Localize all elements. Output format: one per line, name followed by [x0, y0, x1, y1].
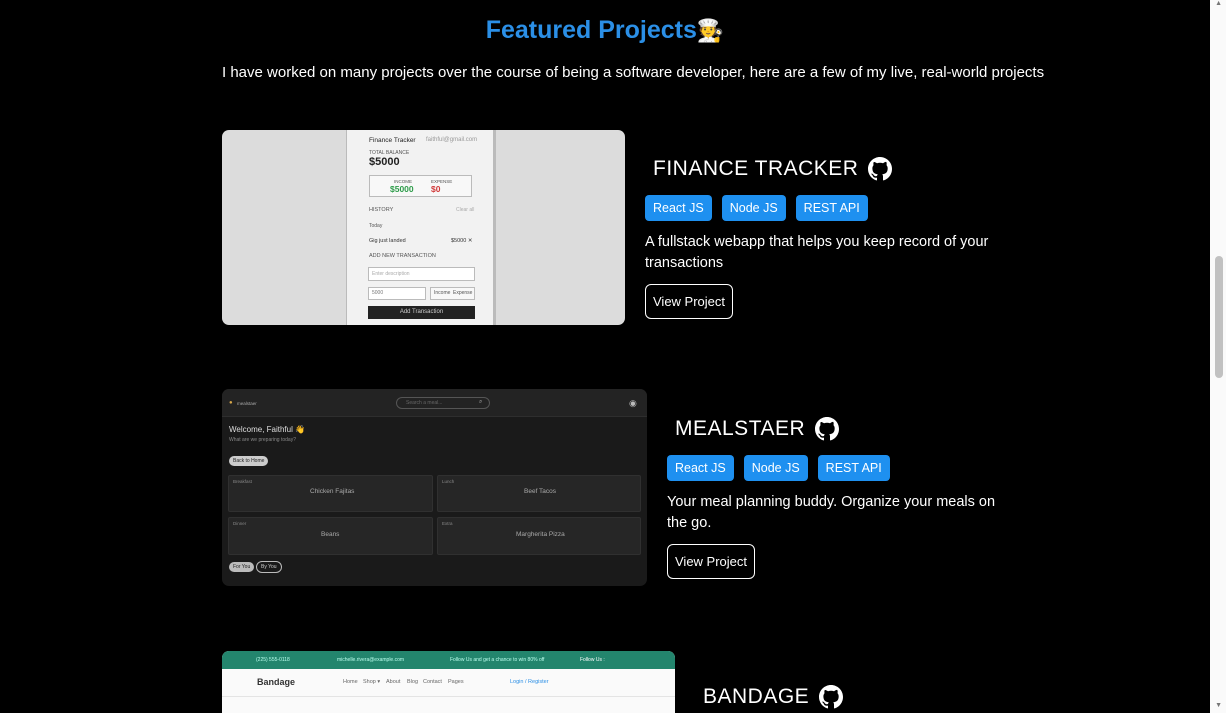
tag-rest: REST API	[817, 455, 890, 481]
ft-add-label: ADD NEW TRANSACTION	[369, 253, 436, 259]
ft-clear-link: Clear all	[456, 207, 475, 213]
ft-history-label: HISTORY	[369, 207, 394, 213]
ms-user-icon: ◉	[629, 398, 637, 408]
tag-node: Node JS	[743, 455, 808, 481]
ft-email: faithful@gmail.com	[426, 137, 478, 143]
project-title: BANDAGE	[703, 682, 844, 712]
bd-nav-contact: Contact	[423, 679, 442, 685]
bd-phone: (225) 555-0118	[256, 657, 290, 663]
tag-rest: REST API	[795, 195, 868, 221]
finance-tracker-screenshot: Finance Tracker faithful@gmail.com TOTAL…	[222, 130, 625, 325]
ft-balance: $5000	[369, 156, 400, 168]
bd-divider	[222, 696, 675, 697]
chef-emoji-icon: 🧑‍🍳	[696, 18, 725, 43]
ms-pill: Back to Home	[229, 456, 269, 466]
ms-card-4-type: Extra	[442, 521, 453, 526]
ft-income: $5000	[390, 184, 414, 194]
ft-item-name: Gig just landed	[369, 238, 406, 244]
section-title: Featured Projects🧑‍🍳	[0, 16, 1210, 45]
bd-nav-home: Home	[343, 679, 358, 685]
ft-expense-btn: Expense	[453, 290, 473, 296]
bd-nav-shop: Shop ▾	[363, 679, 381, 685]
ms-btn-2: By You	[256, 561, 282, 573]
ft-app-title: Finance Tracker	[369, 137, 416, 144]
ms-welcome: Welcome, Faithful 👋	[229, 425, 306, 434]
ms-card-1-name: Chicken Fajitas	[310, 488, 355, 495]
github-icon[interactable]	[868, 157, 893, 181]
project-description: A fullstack webapp that helps you keep r…	[645, 234, 989, 271]
section-title-text: Featured Projects	[485, 16, 697, 44]
bd-promo: Follow Us and get a chance to win 80% of…	[450, 657, 545, 663]
view-project-button[interactable]: View Project	[667, 544, 756, 579]
ms-card-2-type: Lunch	[442, 479, 455, 484]
project-name: BANDAGE	[703, 685, 810, 708]
section-intro: I have worked on many projects over the …	[222, 64, 1045, 81]
ms-card-3-name: Beans	[321, 531, 340, 538]
ft-desc-placeholder: Enter description	[372, 271, 410, 277]
view-project-button[interactable]: View Project	[645, 284, 734, 319]
bd-email: michelle.rivera@example.com	[337, 657, 405, 663]
bd-nav-pages: Pages	[448, 679, 464, 685]
ft-amount-value: 5000	[372, 290, 384, 296]
tech-tags: React JS Node JS REST API	[667, 455, 1012, 481]
bd-login: Login / Register	[510, 679, 549, 685]
tag-node: Node JS	[721, 195, 786, 221]
ms-card-3-type: Dinner	[233, 521, 247, 526]
ms-search-icon: ⌕	[479, 399, 483, 405]
scroll-down-arrow-icon[interactable]: ▼	[1215, 702, 1222, 709]
ft-submit: Add Transaction	[368, 306, 475, 319]
tag-react: React JS	[645, 195, 712, 221]
mealstaer-info: MEALSTAER React JS Node JS REST API Your…	[667, 414, 1012, 579]
scroll-up-arrow-icon[interactable]: ▲	[1215, 0, 1222, 7]
ft-income-btn: Income	[434, 290, 451, 296]
project-title: MEALSTAER	[675, 414, 1012, 444]
ft-summary-box	[369, 175, 472, 197]
scrollbar-thumb[interactable]	[1215, 256, 1223, 378]
ms-btn-1: For You	[229, 562, 255, 572]
project-name: MEALSTAER	[675, 417, 806, 440]
ms-subtitle: What are we preparing today?	[229, 437, 296, 443]
ft-item-amount: $5000 ✕	[451, 238, 473, 244]
bd-follow: Follow Us :	[580, 657, 605, 663]
ms-logo-icon: ●	[229, 400, 233, 406]
ms-card-1-type: Breakfast	[233, 479, 253, 484]
bd-nav-blog: Blog	[407, 679, 419, 685]
ms-logo: mealstaer	[237, 401, 257, 406]
finance-tracker-info: FINANCE TRACKER React JS Node JS REST AP…	[645, 154, 990, 319]
ms-card-4-name: Margherita Pizza	[516, 531, 565, 538]
ft-today-label: Today	[369, 223, 383, 229]
project-title: FINANCE TRACKER	[653, 154, 990, 184]
project-description: Your meal planning buddy. Organize your …	[667, 494, 996, 531]
tag-react: React JS	[667, 455, 734, 481]
github-icon[interactable]	[815, 417, 840, 441]
bandage-screenshot: (225) 555-0118 michelle.rivera@example.c…	[222, 651, 675, 713]
bandage-info: BANDAGE	[703, 682, 844, 712]
project-name: FINANCE TRACKER	[653, 157, 859, 180]
github-icon[interactable]	[819, 685, 844, 709]
mealstaer-screenshot: ● mealstaer Search a meal... ⌕ ◉ Welcome…	[222, 389, 647, 586]
tech-tags: React JS Node JS REST API	[645, 195, 990, 221]
ms-search-placeholder: Search a meal...	[406, 400, 443, 406]
bd-brand: Bandage	[257, 677, 296, 687]
ft-expense: $0	[431, 184, 441, 194]
bd-nav-about: About	[386, 679, 401, 685]
ms-card-2-name: Beef Tacos	[524, 488, 557, 495]
